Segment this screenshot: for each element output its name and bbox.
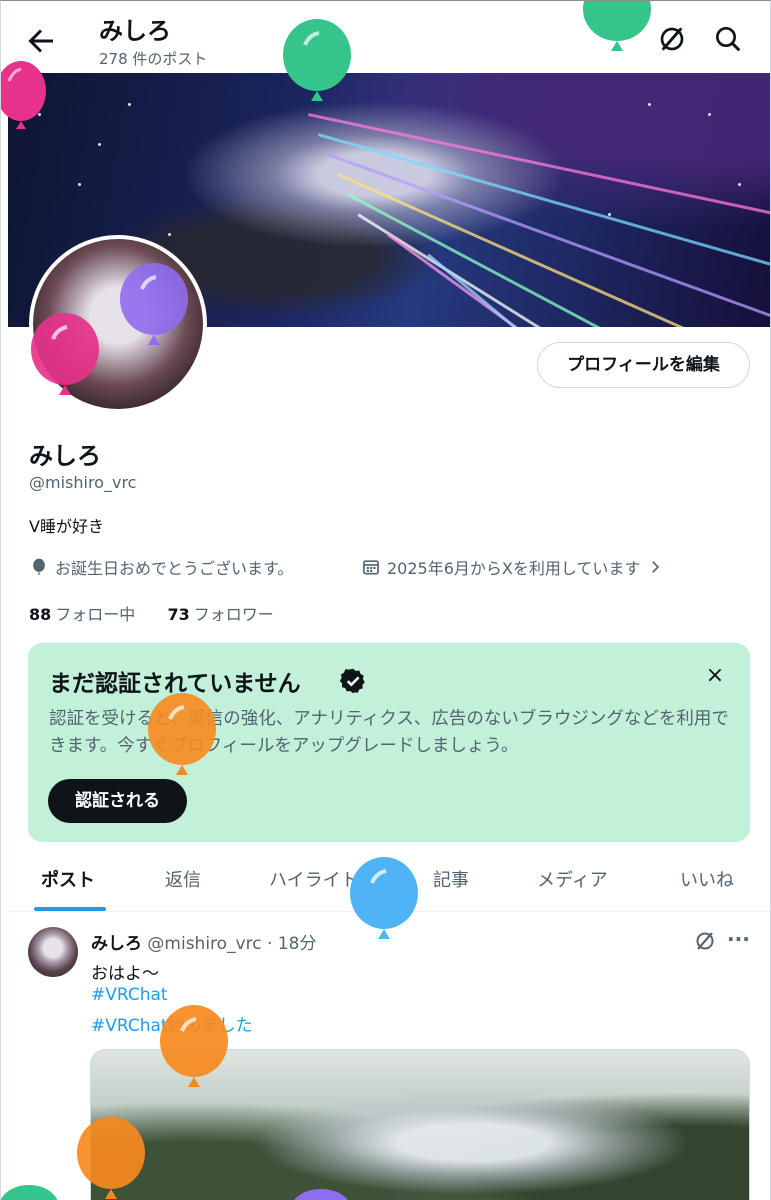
more-icon[interactable]: ··· xyxy=(727,927,750,951)
post-hashtag[interactable]: #VRChat始めました xyxy=(91,1011,253,1036)
post-time[interactable]: · 18分 xyxy=(267,934,316,954)
profile-avatar[interactable] xyxy=(29,235,207,413)
grok-icon[interactable] xyxy=(693,929,717,953)
tab-media[interactable]: メディア xyxy=(537,866,608,892)
balloon-icon xyxy=(1,1185,58,1200)
grok-icon[interactable] xyxy=(656,23,688,55)
profile-page: みしろ 278 件のポスト プロフィールを編集 みしろ @mishiro_vrc… xyxy=(0,0,771,1200)
post-count: 278 件のポスト xyxy=(99,50,208,68)
tab-posts[interactable]: ポスト xyxy=(41,866,95,892)
verification-text: 認証を受けると、返信の強化、アナリティクス、広告のないブラウジングなどを利用でき… xyxy=(49,709,729,756)
followers-link[interactable]: 73 フォロワー xyxy=(167,605,273,624)
balloon-icon xyxy=(33,558,45,575)
edit-profile-button[interactable]: プロフィールを編集 xyxy=(537,342,750,388)
post-avatar[interactable] xyxy=(28,927,78,977)
joined-text: 2025年6月からXを利用しています xyxy=(387,559,641,578)
post-author-name[interactable]: みしろ xyxy=(91,934,142,954)
post-header: みしろ @mishiro_vrc · 18分 xyxy=(91,929,316,954)
top-bar: みしろ 278 件のポスト xyxy=(1,1,770,73)
post-author-handle[interactable]: @mishiro_vrc xyxy=(147,934,261,954)
close-icon[interactable]: × xyxy=(702,663,728,689)
verification-card: まだ認証されていません × 認証を受けると、返信の強化、アナリティクス、広告のな… xyxy=(28,643,750,842)
get-verified-button[interactable]: 認証される xyxy=(48,779,187,823)
birthday-text: お誕生日おめでとうございます。 xyxy=(55,559,294,578)
search-icon[interactable] xyxy=(712,23,744,55)
verified-badge-icon xyxy=(339,668,365,694)
calendar-icon xyxy=(363,560,379,575)
tab-articles[interactable]: 記事 xyxy=(433,866,469,892)
following-link[interactable]: 88 フォロー中 xyxy=(29,605,135,624)
tab-highlights[interactable]: ハイライト xyxy=(269,866,359,892)
post-hashtag[interactable]: #VRChat xyxy=(91,985,168,1005)
profile-bio: V睡が好き xyxy=(29,517,104,536)
tab-likes[interactable]: いいね xyxy=(680,866,734,892)
chevron-right-icon xyxy=(652,561,660,573)
post-image[interactable] xyxy=(90,1049,750,1200)
verification-title: まだ認証されていません xyxy=(49,671,301,697)
profile-handle: @mishiro_vrc xyxy=(29,473,137,492)
back-arrow-icon[interactable] xyxy=(23,23,59,59)
active-tab-indicator xyxy=(34,907,106,911)
profile-tabs: ポスト 返信 ハイライト 記事 メディア いいね xyxy=(8,846,770,912)
profile-name: みしろ xyxy=(29,442,101,470)
post-text: おはよ〜 xyxy=(91,964,159,984)
page-title: みしろ xyxy=(99,17,171,45)
birthday-info: お誕生日おめでとうございます。 xyxy=(29,555,293,579)
joined-info[interactable]: 2025年6月からXを利用しています xyxy=(361,555,664,579)
tab-replies[interactable]: 返信 xyxy=(165,866,201,892)
follow-stats: 88 フォロー中 73 フォロワー xyxy=(29,601,274,625)
